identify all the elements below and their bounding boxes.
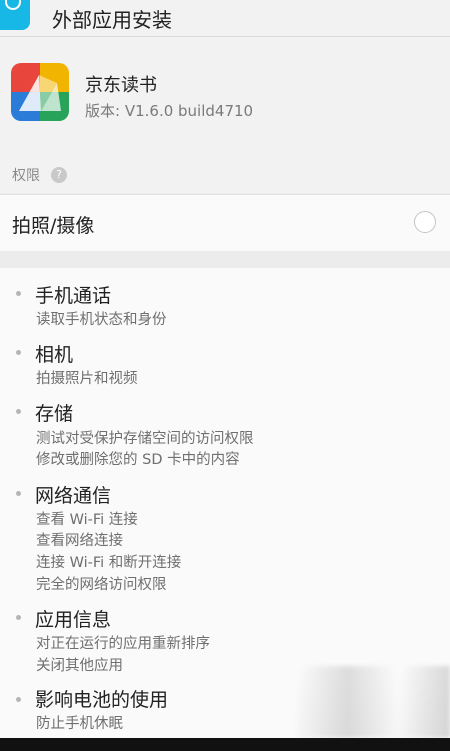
app-name: 京东读书 (85, 75, 157, 96)
group-title: 相机 (35, 344, 74, 366)
help-icon[interactable]: ? (51, 167, 67, 183)
watermark-blur (296, 666, 450, 738)
group-item: 读取手机状态和身份 (36, 312, 167, 328)
group-title: 应用信息 (35, 609, 112, 631)
group-item: 防止手机休眠 (36, 716, 123, 732)
bottom-bar (0, 738, 450, 751)
group-item: 拍摄照片和视频 (36, 371, 138, 387)
camera-permission-label: 拍照/摄像 (12, 215, 95, 237)
group-title: 影响电池的使用 (35, 689, 169, 711)
bullet-icon (16, 291, 21, 296)
group-item: 查看网络连接 (36, 533, 123, 549)
app-version: 版本: V1.6.0 build4710 (85, 102, 254, 120)
book-app-icon (11, 63, 69, 121)
group-item: 关闭其他应用 (36, 658, 123, 674)
page-title: 外部应用安装 (52, 8, 172, 32)
bullet-icon (16, 409, 21, 414)
group-item: 查看 Wi-Fi 连接 (36, 512, 138, 528)
bullet-icon (16, 350, 21, 355)
camera-permission-row[interactable]: 拍照/摄像 (0, 194, 450, 252)
group-title: 网络通信 (35, 485, 112, 507)
bullet-icon (16, 491, 21, 496)
permissions-header: 权限 (0, 147, 450, 193)
group-item: 对正在运行的应用重新排序 (36, 636, 210, 652)
title-bar: 外部应用安装 (0, 0, 450, 37)
permissions-label: 权限 (12, 168, 40, 184)
group-item: 完全的网络访问权限 (36, 577, 167, 593)
group-item: 测试对受保护存储空间的访问权限 (36, 431, 254, 447)
bullet-icon (16, 615, 21, 620)
group-title: 手机通话 (35, 285, 112, 307)
camera-permission-radio[interactable] (414, 211, 436, 233)
bullet-icon (16, 697, 21, 702)
group-title: 存储 (35, 403, 74, 425)
app-logo-icon (0, 0, 30, 30)
group-item: 连接 Wi-Fi 和断开连接 (36, 555, 182, 571)
section-divider (0, 251, 450, 268)
app-info-section: 京东读书 版本: V1.6.0 build4710 (0, 37, 450, 147)
group-item: 修改或删除您的 SD 卡中的内容 (36, 452, 240, 468)
